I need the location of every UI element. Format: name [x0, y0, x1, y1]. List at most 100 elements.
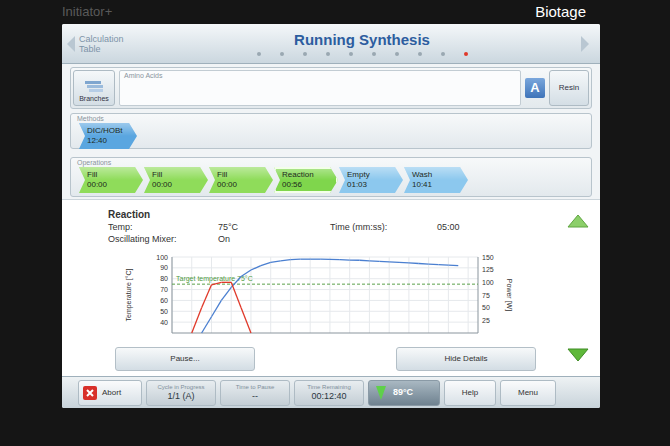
series-segment — [221, 287, 231, 300]
step-name[interactable]: Reaction — [282, 170, 338, 180]
series-segment — [192, 308, 202, 333]
branches-icon — [83, 80, 105, 94]
page-dot — [303, 52, 307, 56]
status-field-value: -- — [252, 391, 258, 402]
chevron-body[interactable]: Fill00:00 — [209, 167, 273, 193]
step-time[interactable]: 10:41 — [412, 180, 468, 190]
status-field: Cycle in Progress1/1 (A) — [146, 380, 216, 406]
grid-line — [290, 257, 291, 333]
chevron-body[interactable]: DIC/HOBt12:40 — [79, 123, 137, 149]
scroll-down-button[interactable] — [567, 348, 589, 362]
branches-label[interactable]: Branches — [79, 94, 109, 103]
grid-line — [172, 300, 478, 301]
chevron-step[interactable]: DIC/HOBt12:40 — [79, 123, 137, 149]
operations-section-label: Operations — [71, 158, 591, 167]
status-field-value: 00:12:40 — [311, 391, 346, 402]
step-time[interactable]: 12:40 — [87, 136, 137, 146]
hide-details-button[interactable]: Hide Details — [396, 347, 536, 371]
step-name[interactable]: Fill — [152, 170, 208, 180]
back-label[interactable]: Calculation Table — [79, 34, 145, 54]
series-segment — [211, 282, 221, 285]
plot-frame — [172, 257, 478, 333]
chevron-step[interactable]: Wash10:41 — [404, 167, 468, 193]
abort-button[interactable]: Abort — [78, 380, 142, 406]
pause-button[interactable]: Pause... — [115, 347, 255, 371]
chevron-step[interactable]: Fill00:00 — [144, 167, 208, 193]
grid-line — [231, 257, 232, 333]
series-segment — [211, 300, 221, 316]
up-triangle-icon — [567, 214, 589, 228]
step-time[interactable]: 01:03 — [347, 180, 403, 190]
bar — [87, 85, 103, 88]
series-segment — [251, 266, 261, 270]
step-time[interactable]: 00:00 — [87, 180, 143, 190]
step-name[interactable]: Fill — [87, 170, 143, 180]
series-segment — [350, 259, 360, 261]
page-dot — [280, 52, 284, 56]
series-segment — [330, 259, 340, 261]
chevron-step[interactable]: Empty01:03 — [339, 167, 403, 193]
scroll-up-button[interactable] — [567, 214, 589, 228]
help-button[interactable]: Help — [444, 380, 496, 406]
series-segment — [429, 263, 439, 265]
series-segment — [221, 282, 231, 283]
page-dot — [441, 52, 445, 56]
resin-button[interactable]: Resin — [549, 70, 589, 106]
step-time[interactable]: 00:56 — [282, 180, 338, 190]
status-field-label: Time Remaining — [307, 383, 350, 391]
step-time[interactable]: 00:00 — [152, 180, 208, 190]
chevron-body[interactable]: Empty01:03 — [339, 167, 403, 193]
grid-line — [270, 257, 271, 333]
series-segment — [369, 260, 379, 262]
field-value: 75°C — [218, 221, 330, 233]
series-segment — [320, 259, 330, 261]
forward-button[interactable] — [570, 27, 600, 61]
grid-line — [349, 257, 350, 333]
left-axis-title: Temperature [°C] — [125, 268, 133, 321]
amino-acids-field[interactable]: Amino Acids — [119, 70, 521, 106]
down-triangle-icon — [567, 348, 589, 362]
screen: Calculation Table Running Synthesis Branch… — [62, 24, 600, 408]
series-segment — [310, 259, 320, 260]
left-tick: 100 — [156, 254, 168, 261]
left-tick: 60 — [160, 297, 168, 304]
chevron-body[interactable]: Reaction00:56 — [274, 167, 338, 193]
step-time[interactable]: 00:00 — [217, 180, 273, 190]
chevron-step[interactable]: Fill00:00 — [209, 167, 273, 193]
back-button[interactable]: Calculation Table — [66, 27, 154, 61]
series-segment — [241, 308, 251, 333]
branches-button[interactable]: Branches — [73, 70, 115, 106]
grid-line — [250, 257, 251, 333]
status-field: Time to Pause-- — [220, 380, 290, 406]
right-tick: 25 — [482, 317, 490, 324]
chevron-body[interactable]: Wash10:41 — [404, 167, 468, 193]
series-segment — [409, 262, 419, 264]
chevron-body[interactable]: Fill00:00 — [79, 167, 143, 193]
status-field-value: 1/1 (A) — [167, 391, 194, 402]
step-name[interactable]: Empty — [347, 170, 403, 180]
triangle — [568, 349, 588, 361]
chevron-step[interactable]: Fill00:00 — [79, 167, 143, 193]
right-tick: 50 — [482, 304, 490, 311]
indicator — [376, 386, 386, 400]
chevron-step[interactable]: Reaction00:56 — [274, 167, 338, 193]
box — [83, 386, 97, 400]
step-name[interactable]: Fill — [217, 170, 273, 180]
field-value: 05:00 — [437, 221, 497, 233]
step-name[interactable]: Wash — [412, 170, 468, 180]
page-dot — [257, 52, 261, 56]
right-tick: 75 — [482, 292, 490, 299]
cross — [87, 390, 93, 396]
grid-line — [428, 257, 429, 333]
page-dot — [418, 52, 422, 56]
page-title: Running Synthesis — [294, 31, 430, 49]
sequence-button[interactable]: A — [525, 78, 545, 98]
temperature-display: 89°C — [368, 380, 440, 406]
menu-button[interactable]: Menu — [500, 380, 556, 406]
step-name[interactable]: DIC/HOBt — [87, 126, 137, 136]
abort-label[interactable]: Abort — [102, 387, 121, 399]
device-model: Initiator+ — [62, 2, 112, 22]
methods-row: DIC/HOBt12:40 — [71, 123, 591, 149]
arrow-shape — [581, 36, 589, 52]
chevron-body[interactable]: Fill00:00 — [144, 167, 208, 193]
